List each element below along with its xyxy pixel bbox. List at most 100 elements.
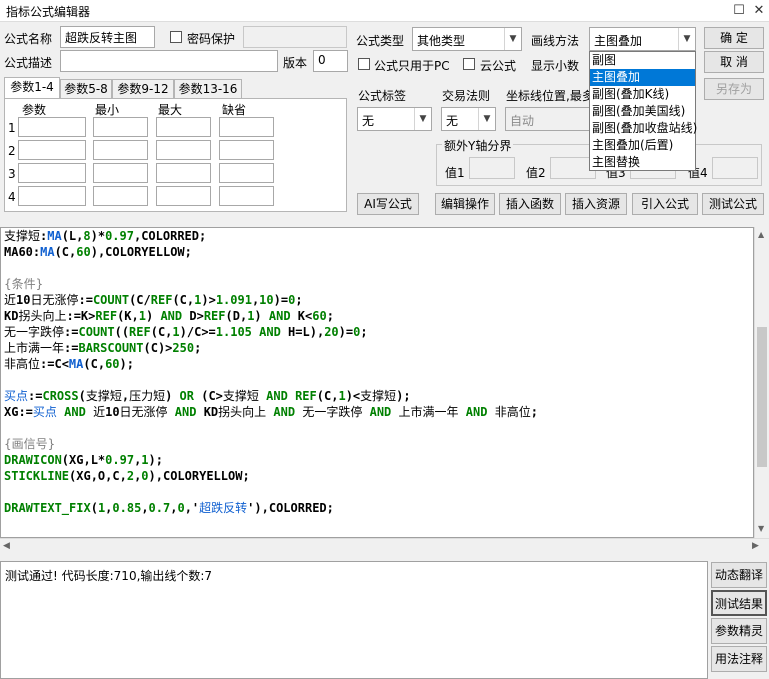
formula-type-label: 公式类型 xyxy=(356,34,405,48)
formula-tag-value: 无 xyxy=(362,114,375,128)
param-header-max: 最大 xyxy=(158,103,183,117)
param-default-2[interactable] xyxy=(219,140,274,160)
status-message: 测试通过! 代码长度:710,输出线个数:7 xyxy=(5,569,213,583)
trade-rule-label: 交易法则 xyxy=(442,89,491,103)
param-header-min: 最小 xyxy=(95,103,120,117)
scroll-down-icon[interactable]: ▼ xyxy=(758,524,764,533)
y-value-1-label: 值1 xyxy=(445,166,465,180)
formula-desc-input[interactable] xyxy=(60,50,278,72)
dynamic-translate-button[interactable]: 动态翻译 xyxy=(711,562,767,588)
dropdown-option[interactable]: 副图 xyxy=(590,52,695,69)
cancel-button[interactable]: 取 消 xyxy=(704,51,764,73)
axis-position-select: 自动 xyxy=(505,107,590,131)
code-editor[interactable]: 支撑短:MA(L,8)*0.97,COLORRED; MA60:MA(C,60)… xyxy=(0,227,754,538)
title-bar: 指标公式编辑器 ☐ ✕ xyxy=(0,0,769,22)
tab-params-13-16[interactable]: 参数13-16 xyxy=(174,79,242,99)
tab-params-1-4[interactable]: 参数1-4 xyxy=(4,77,60,99)
y-value-2-label: 值2 xyxy=(526,166,546,180)
param-min-3[interactable] xyxy=(93,163,148,183)
code-line: DRAWICON(XG,L*0.97,1); xyxy=(4,453,163,467)
code-vertical-scrollbar[interactable]: ▲ ▼ xyxy=(754,227,769,538)
edit-ops-button[interactable]: 编辑操作 xyxy=(435,193,495,215)
param-default-4[interactable] xyxy=(219,186,274,206)
restore-icon[interactable]: ☐ xyxy=(730,2,748,20)
scroll-right-icon[interactable]: ▶ xyxy=(752,541,759,551)
param-default-3[interactable] xyxy=(219,163,274,183)
param-max-4[interactable] xyxy=(156,186,211,206)
code-line: STICKLINE(XG,O,C,2,0),COLORYELLOW; xyxy=(4,469,250,483)
param-min-1[interactable] xyxy=(93,117,148,137)
draw-method-select[interactable]: 主图叠加 ▼ xyxy=(589,27,696,51)
version-label: 版本 xyxy=(283,56,308,70)
param-min-2[interactable] xyxy=(93,140,148,160)
trade-rule-select[interactable]: 无 ▼ xyxy=(441,107,496,131)
draw-method-dropdown[interactable]: 副图 主图叠加 副图(叠加K线) 副图(叠加美国线) 副图(叠加收盘站线) 主图… xyxy=(589,51,697,171)
pc-only-checkbox[interactable] xyxy=(358,58,370,70)
chevron-down-icon: ▼ xyxy=(504,28,521,50)
param-min-4[interactable] xyxy=(93,186,148,206)
formula-name-label: 公式名称 xyxy=(4,32,53,46)
axis-position-label: 坐标线位置,最多 xyxy=(506,89,594,103)
dropdown-option[interactable]: 主图叠加(后置) xyxy=(590,137,695,154)
param-name-3[interactable] xyxy=(18,163,86,183)
dropdown-option-selected[interactable]: 主图叠加 xyxy=(590,69,695,86)
dropdown-option[interactable]: 副图(叠加K线) xyxy=(590,86,695,103)
param-name-2[interactable] xyxy=(18,140,86,160)
ok-button[interactable]: 确 定 xyxy=(704,27,764,49)
scroll-left-icon[interactable]: ◀ xyxy=(3,541,10,551)
tab-params-5-8[interactable]: 参数5-8 xyxy=(60,79,112,99)
chevron-down-icon: ▼ xyxy=(678,28,695,50)
formula-name-input[interactable]: 超跌反转主图 xyxy=(60,26,155,48)
code-line: KD拐头向上:=K>REF(K,1) AND D>REF(D,1) AND K<… xyxy=(4,309,334,323)
insert-resource-button[interactable]: 插入资源 xyxy=(565,193,627,215)
y-value-1-input xyxy=(469,157,515,179)
dropdown-option[interactable]: 副图(叠加美国线) xyxy=(590,103,695,120)
import-formula-button[interactable]: 引入公式 xyxy=(632,193,698,215)
dropdown-option[interactable]: 副图(叠加收盘站线) xyxy=(590,120,697,137)
formula-tag-select[interactable]: 无 ▼ xyxy=(357,107,432,131)
formula-type-select[interactable]: 其他类型 ▼ xyxy=(412,27,522,51)
tab-params-9-12[interactable]: 参数9-12 xyxy=(112,79,174,99)
ai-write-button[interactable]: AI写公式 xyxy=(357,193,419,215)
chevron-down-icon: ▼ xyxy=(478,108,495,130)
param-default-1[interactable] xyxy=(219,117,274,137)
password-label: 密码保护 xyxy=(187,32,236,46)
param-name-1[interactable] xyxy=(18,117,86,137)
param-name-4[interactable] xyxy=(18,186,86,206)
code-line: 支撑短:MA(L,8)*0.97,COLORRED; xyxy=(4,229,207,243)
y-axis-group-title: 额外Y轴分界 xyxy=(442,137,514,154)
scroll-up-icon[interactable]: ▲ xyxy=(758,230,764,239)
save-as-button[interactable]: 另存为 xyxy=(704,78,764,100)
window-title: 指标公式编辑器 xyxy=(6,5,91,19)
chevron-down-icon: ▼ xyxy=(414,108,431,130)
param-wizard-button[interactable]: 参数精灵 xyxy=(711,618,767,644)
cloud-checkbox[interactable] xyxy=(463,58,475,70)
param-row-index: 1 xyxy=(8,121,16,135)
dropdown-option[interactable]: 主图替换 xyxy=(590,154,695,171)
close-icon[interactable]: ✕ xyxy=(750,2,768,20)
param-row-index: 2 xyxy=(8,144,16,158)
formula-type-value: 其他类型 xyxy=(417,34,466,48)
pc-only-label: 公式只用于PC xyxy=(374,59,450,73)
version-input[interactable]: 0 xyxy=(313,50,348,72)
axis-position-value: 自动 xyxy=(510,114,535,128)
output-panel: 测试通过! 代码长度:710,输出线个数:7 xyxy=(0,561,708,679)
y-value-4-input xyxy=(712,157,758,179)
decimals-label: 显示小数 xyxy=(531,59,580,73)
trade-rule-value: 无 xyxy=(446,114,459,128)
param-max-1[interactable] xyxy=(156,117,211,137)
password-checkbox[interactable] xyxy=(170,31,182,43)
code-line: DRAWTEXT_FIX(1,0.85,0.7,0,'超跌反转'),COLORR… xyxy=(4,501,334,515)
usage-notes-button[interactable]: 用法注释 xyxy=(711,646,767,672)
code-line: 近10日无涨停:=COUNT(C/REF(C,1)>1.091,10)=0; xyxy=(4,293,303,307)
test-formula-button[interactable]: 测试公式 xyxy=(702,193,764,215)
code-horizontal-scrollbar[interactable]: ◀ ▶ xyxy=(0,538,769,554)
param-max-3[interactable] xyxy=(156,163,211,183)
insert-function-button[interactable]: 插入函数 xyxy=(499,193,561,215)
param-row-index: 4 xyxy=(8,190,16,204)
test-result-button[interactable]: 测试结果 xyxy=(711,590,767,616)
password-input xyxy=(243,26,347,48)
param-max-2[interactable] xyxy=(156,140,211,160)
code-line: MA60:MA(C,60),COLORYELLOW; xyxy=(4,245,192,259)
scrollbar-thumb[interactable] xyxy=(757,327,767,467)
